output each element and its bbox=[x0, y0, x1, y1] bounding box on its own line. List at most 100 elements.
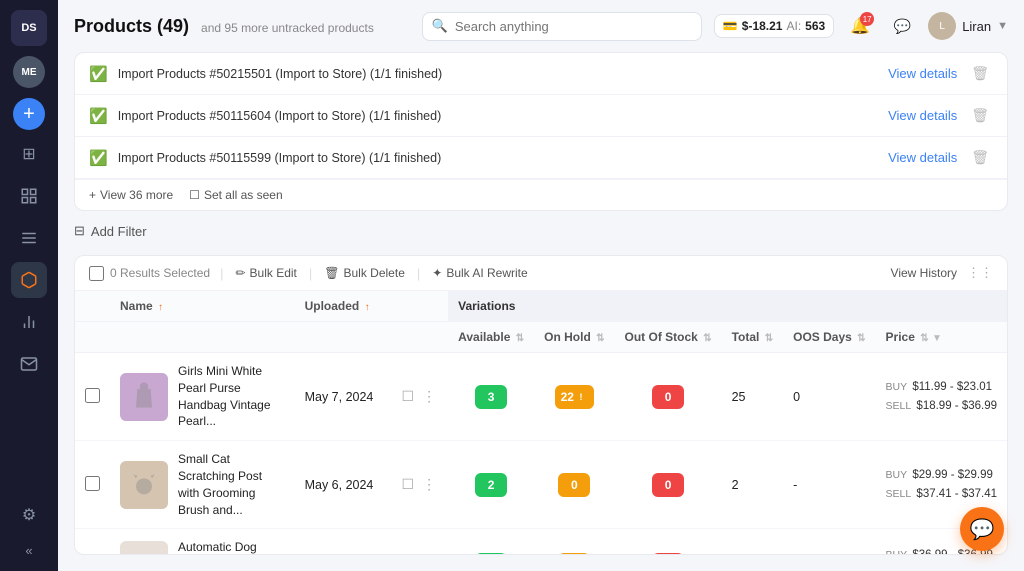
sidebar-item-analytics[interactable] bbox=[11, 304, 47, 340]
sidebar-item-settings[interactable]: ⚙ bbox=[11, 497, 47, 533]
columns-icon[interactable]: ⋮⋮ bbox=[967, 265, 993, 281]
chat-float-button[interactable]: 💬 bbox=[960, 507, 1004, 551]
sidebar-item-messages[interactable] bbox=[11, 346, 47, 382]
bulk-delete-button[interactable]: 🗑 Bulk Delete bbox=[318, 264, 411, 282]
products-table: Name ↑ Uploaded ↑ Variations bbox=[75, 291, 1007, 554]
view-details-link-3[interactable]: View details bbox=[888, 150, 957, 165]
oos-days-cell: - bbox=[783, 529, 875, 554]
products-table-container: 0 Results Selected | ✏ Bulk Edit | 🗑 Bul… bbox=[74, 255, 1008, 555]
notification-bell-button[interactable]: 🔔 17 bbox=[844, 10, 876, 42]
total-cell: 25 bbox=[722, 353, 784, 441]
sidebar-collapse-button[interactable]: « bbox=[11, 539, 47, 561]
check-icon-2: ✅ bbox=[89, 107, 108, 125]
col-header-name: Name ↑ bbox=[110, 291, 295, 322]
col-sub-name bbox=[110, 322, 295, 353]
out-of-stock-badge: 0 bbox=[652, 473, 684, 497]
row-checkbox[interactable] bbox=[85, 476, 100, 491]
wallet-balance: $-18.21 bbox=[742, 19, 783, 33]
sort-icon-uploaded: ↑ bbox=[365, 302, 370, 313]
bulk-right: View History ⋮⋮ bbox=[891, 265, 993, 281]
on-hold-cell: 0 bbox=[534, 529, 614, 554]
available-cell: 2 bbox=[448, 441, 534, 529]
sort-icon-name: ↑ bbox=[158, 302, 163, 313]
col-header-price: Price ⇅ ▼ bbox=[876, 322, 1007, 353]
col-header-total: Total ⇅ bbox=[722, 322, 784, 353]
add-filter-button[interactable]: ⊟ Add Filter bbox=[74, 223, 147, 239]
checkbox-action-button[interactable]: ☐ bbox=[400, 386, 417, 407]
row-checkbox[interactable] bbox=[85, 388, 100, 403]
sidebar-item-orders[interactable] bbox=[11, 178, 47, 214]
oos-days-cell: - bbox=[783, 441, 875, 529]
table-row: Automatic Dog Feeders, Pet Feeder, Cat F… bbox=[75, 529, 1007, 554]
view-details-link-2[interactable]: View details bbox=[888, 108, 957, 123]
notification-bubble-button[interactable]: 💬 bbox=[886, 10, 918, 42]
more-options-button[interactable]: ⋮ bbox=[420, 474, 438, 495]
product-name: Automatic Dog Feeders, Pet Feeder, Cat F… bbox=[178, 539, 285, 554]
bulk-ai-rewrite-button[interactable]: ✦ Bulk AI Rewrite bbox=[426, 264, 533, 282]
search-input[interactable] bbox=[422, 12, 702, 41]
product-name-cell: Small Cat Scratching Post with Grooming … bbox=[110, 441, 295, 529]
filter-row: ⊟ Add Filter bbox=[74, 223, 1008, 239]
set-all-seen-button[interactable]: ☐ Set all as seen bbox=[189, 188, 282, 202]
avatar: L bbox=[928, 12, 956, 40]
notification-item-2: ✅ Import Products #50115604 (Import to S… bbox=[75, 95, 1007, 137]
product-uploaded: May 7, 2024 bbox=[295, 353, 390, 441]
page-title: Products (49) bbox=[74, 16, 189, 37]
available-cell: 1 bbox=[448, 529, 534, 554]
topbar-right: 💳 $-18.21 AI: 563 🔔 17 💬 L Liran ▼ bbox=[714, 10, 1008, 42]
out-of-stock-cell: 0 bbox=[615, 529, 722, 554]
add-button[interactable]: + bbox=[13, 98, 45, 130]
view-details-link-1[interactable]: View details bbox=[888, 66, 957, 81]
sidebar-item-list[interactable] bbox=[11, 220, 47, 256]
trash-icon: 🗑 bbox=[324, 266, 339, 280]
bulk-edit-button[interactable]: ✏ Bulk Edit bbox=[229, 264, 302, 282]
notification-count-badge: 17 bbox=[860, 12, 874, 26]
total-cell: 2 bbox=[722, 441, 784, 529]
user-area[interactable]: L Liran ▼ bbox=[928, 12, 1008, 40]
product-uploaded: May 6, 2024 bbox=[295, 529, 390, 554]
on-hold-badge: 22 ! bbox=[555, 385, 594, 409]
on-hold-badge: 0 bbox=[558, 553, 590, 554]
available-badge: 3 bbox=[475, 385, 507, 409]
notif-text-2: Import Products #50115604 (Import to Sto… bbox=[118, 109, 878, 123]
wallet-icon: 💳 bbox=[723, 19, 738, 33]
check-icon-1: ✅ bbox=[89, 65, 108, 83]
view-more-button[interactable]: + View 36 more bbox=[89, 188, 173, 202]
product-uploaded: May 6, 2024 bbox=[295, 441, 390, 529]
product-name-cell: Automatic Dog Feeders, Pet Feeder, Cat F… bbox=[110, 529, 295, 554]
notification-item-3: ✅ Import Products #50115599 (Import to S… bbox=[75, 137, 1007, 179]
sidebar-item-dashboard[interactable]: ⊞ bbox=[11, 136, 47, 172]
notifications-panel: ✅ Import Products #50215501 (Import to S… bbox=[74, 52, 1008, 211]
more-options-button[interactable]: ⋮ bbox=[420, 386, 438, 407]
select-all-checkbox[interactable] bbox=[89, 266, 104, 281]
col-header-uploaded: Uploaded ↑ bbox=[295, 291, 390, 322]
topbar: Products (49) and 95 more untracked prod… bbox=[58, 0, 1024, 52]
user-name: Liran bbox=[962, 19, 991, 34]
edit-icon: ✏ bbox=[235, 266, 245, 280]
sidebar: DS ME + ⊞ ⚙ « bbox=[0, 0, 58, 571]
sidebar-logo: DS bbox=[11, 10, 47, 46]
total-cell: 1 bbox=[722, 529, 784, 554]
out-of-stock-badge: 0 bbox=[652, 385, 684, 409]
sidebar-item-products[interactable] bbox=[11, 262, 47, 298]
ai-label: AI: bbox=[786, 19, 801, 33]
checkbox-action-button[interactable]: ☐ bbox=[400, 474, 417, 495]
view-history-button[interactable]: View History bbox=[891, 266, 957, 280]
wallet-badge[interactable]: 💳 $-18.21 AI: 563 bbox=[714, 14, 834, 38]
notification-item-1: ✅ Import Products #50215501 (Import to S… bbox=[75, 53, 1007, 95]
search-icon: 🔍 bbox=[432, 18, 448, 34]
out-of-stock-badge: 0 bbox=[652, 553, 684, 554]
bulk-actions-row: 0 Results Selected | ✏ Bulk Edit | 🗑 Bul… bbox=[75, 256, 1007, 291]
col-header-on-hold: On Hold ⇅ bbox=[534, 322, 614, 353]
available-cell: 3 bbox=[448, 353, 534, 441]
ai-icon: ✦ bbox=[432, 266, 442, 280]
notifications-footer: + View 36 more ☐ Set all as seen bbox=[75, 179, 1007, 210]
filter-icon: ⊟ bbox=[74, 223, 85, 239]
check-icon-3: ✅ bbox=[89, 149, 108, 167]
col-header-oos-days: OOS Days ⇅ bbox=[783, 322, 875, 353]
delete-notif-3[interactable]: 🗑 bbox=[967, 147, 993, 168]
page-subtitle: and 95 more untracked products bbox=[201, 21, 374, 35]
delete-notif-2[interactable]: 🗑 bbox=[967, 105, 993, 126]
chevron-down-icon: ▼ bbox=[997, 20, 1008, 32]
delete-notif-1[interactable]: 🗑 bbox=[967, 63, 993, 84]
